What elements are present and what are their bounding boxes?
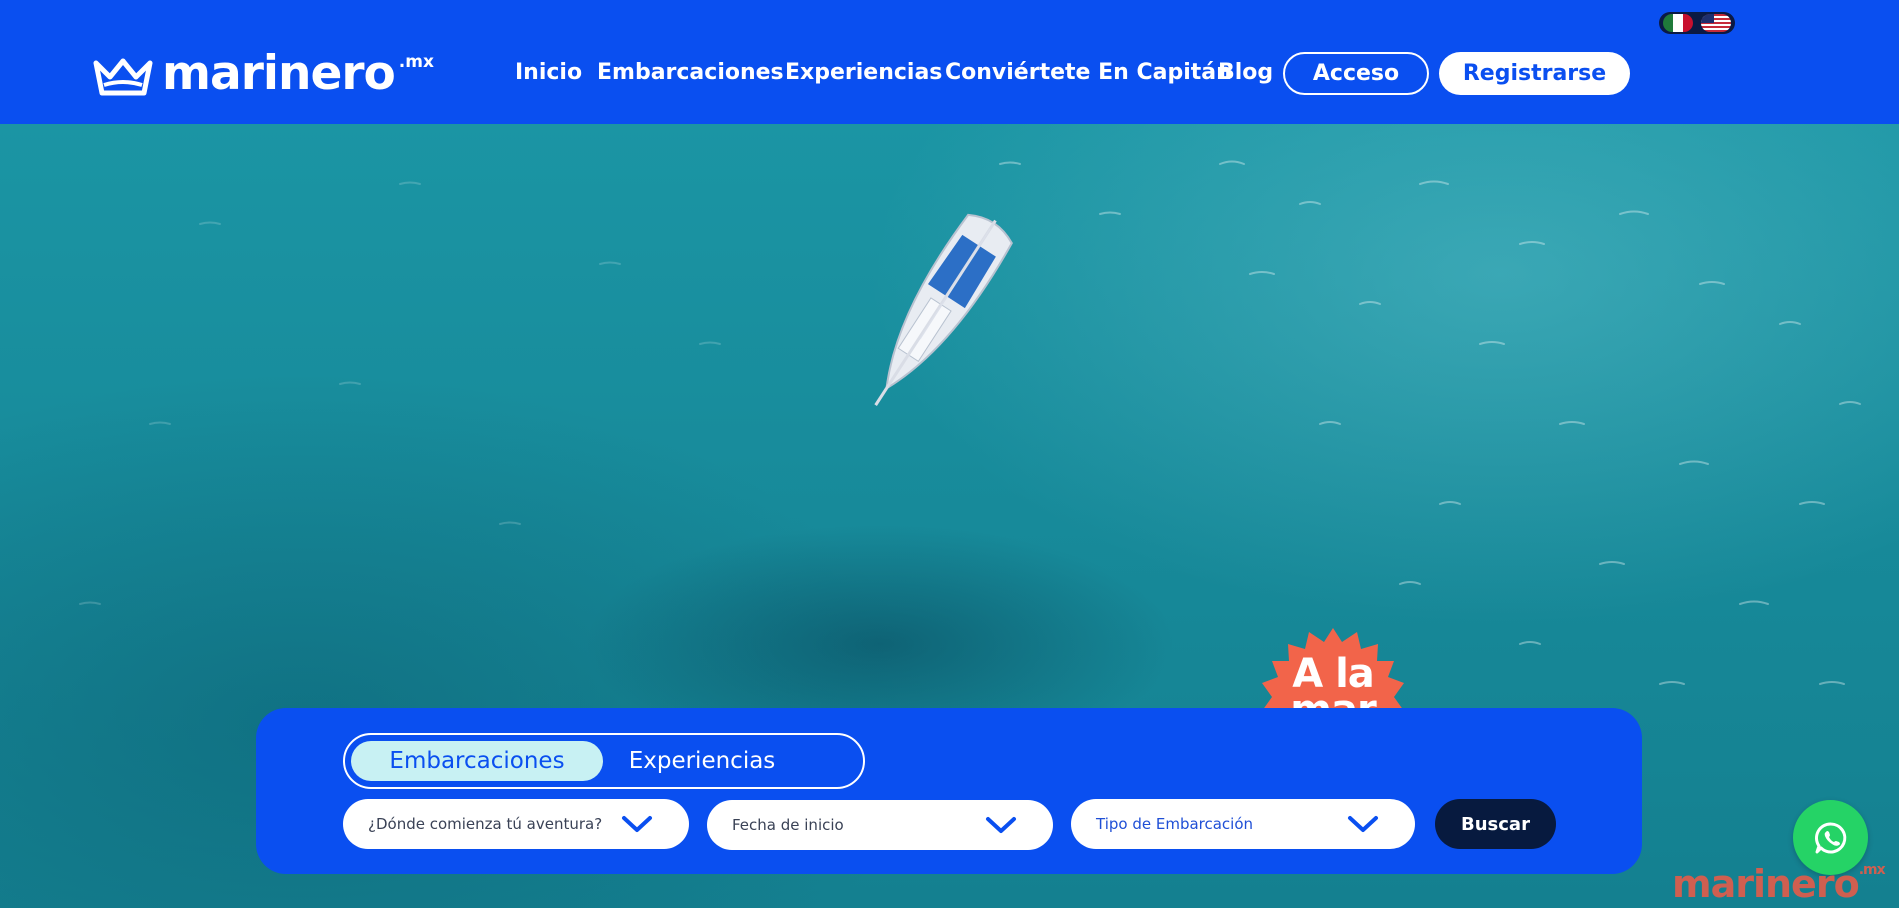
nav-inicio[interactable]: Inicio [515, 60, 582, 85]
chevron-down-icon [986, 817, 1016, 833]
tab-experiencias[interactable]: Experiencias [605, 741, 799, 781]
mexico-flag-icon[interactable] [1663, 14, 1693, 32]
watermark-logo: marinero.mx [1672, 862, 1886, 906]
search-button[interactable]: Buscar [1435, 799, 1556, 849]
boat-type-select[interactable]: Tipo de Embarcación [1071, 799, 1415, 849]
site-logo[interactable]: marinero .mx [92, 50, 434, 97]
logo-tld: .mx [398, 52, 434, 72]
nav-experiencias[interactable]: Experiencias [785, 60, 942, 85]
language-switcher[interactable] [1659, 12, 1735, 34]
type-placeholder: Tipo de Embarcación [1096, 815, 1254, 833]
register-button[interactable]: Registrarse [1439, 52, 1630, 95]
date-placeholder: Fecha de inicio [732, 816, 844, 834]
chevron-down-icon [622, 816, 652, 832]
nav-capitan[interactable]: Conviértete En Capitán [945, 60, 1232, 85]
usa-flag-icon[interactable] [1701, 14, 1731, 32]
location-select[interactable]: ¿Dónde comienza tú aventura? [343, 799, 689, 849]
nav-embarcaciones[interactable]: Embarcaciones [597, 60, 784, 85]
nav-blog[interactable]: Blog [1218, 60, 1273, 85]
logo-text: marinero [162, 46, 396, 101]
site-header: marinero .mx Inicio Embarcaciones Experi… [0, 0, 1899, 124]
location-placeholder: ¿Dónde comienza tú aventura? [368, 815, 603, 833]
whatsapp-icon [1814, 821, 1846, 853]
crown-icon [93, 58, 153, 96]
chevron-down-icon [1348, 816, 1378, 832]
start-date-select[interactable]: Fecha de inicio [707, 800, 1053, 850]
tab-embarcaciones[interactable]: Embarcaciones [351, 741, 603, 781]
login-button[interactable]: Acceso [1283, 52, 1429, 95]
